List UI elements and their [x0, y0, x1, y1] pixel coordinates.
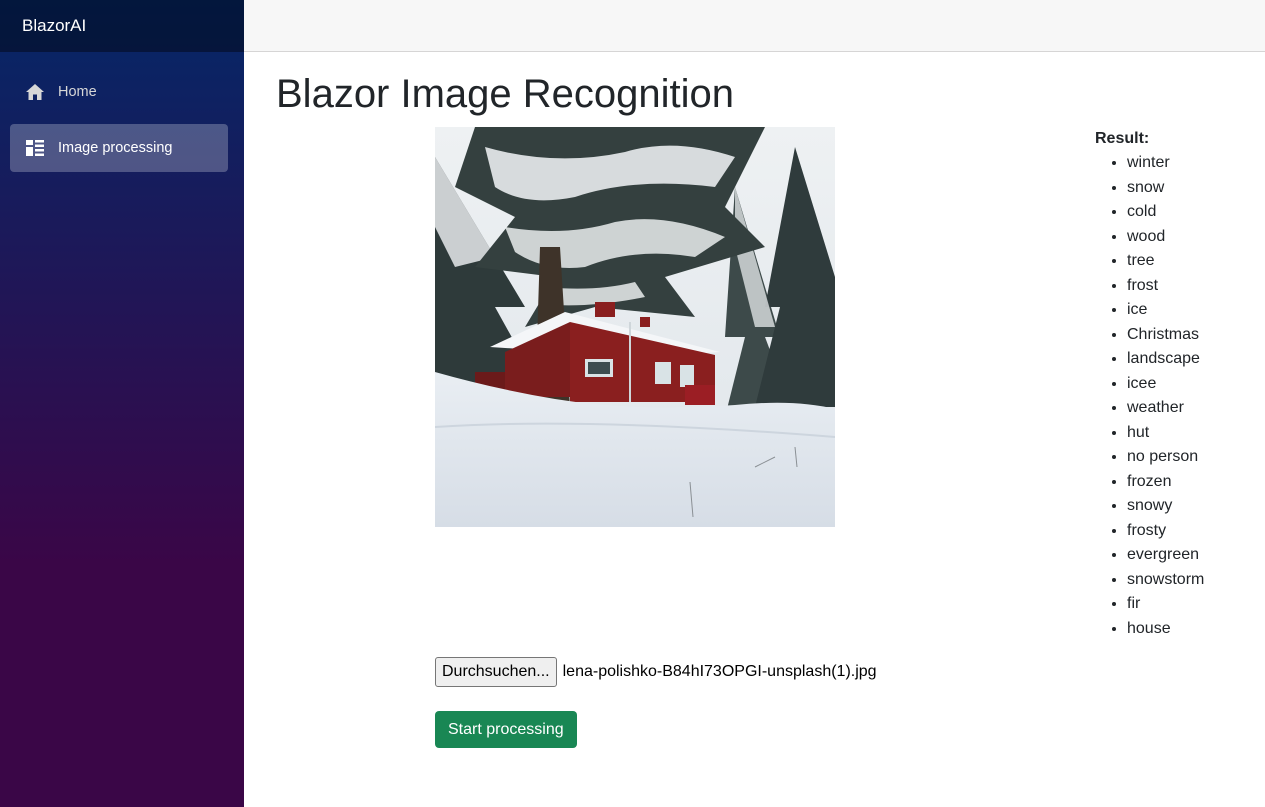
sidebar-item-label: Image processing [58, 140, 173, 156]
brand-title[interactable]: BlazorAI [22, 16, 86, 36]
sidebar-item-home[interactable]: Home [10, 68, 228, 116]
browse-button[interactable]: Durchsuchen... [435, 657, 557, 687]
result-tag: frosty [1127, 519, 1204, 544]
list-layout-icon [24, 137, 46, 159]
file-input: Durchsuchen... lena-polishko-B84hI73OPGI… [435, 657, 877, 687]
result-tag: ice [1127, 298, 1204, 323]
uploaded-image-preview [435, 127, 835, 527]
page-title: Blazor Image Recognition [276, 72, 735, 116]
result-tag: snowy [1127, 494, 1204, 519]
brand-bar: BlazorAI [0, 0, 244, 52]
winter-cabin-image [435, 127, 835, 527]
result-tag: winter [1127, 151, 1204, 176]
result-panel: Result: winter snow cold wood tree frost… [1095, 129, 1204, 641]
result-tag: frost [1127, 274, 1204, 299]
result-tag: house [1127, 617, 1204, 642]
result-tag: cold [1127, 200, 1204, 225]
result-tag: snowstorm [1127, 568, 1204, 593]
result-tag: landscape [1127, 347, 1204, 372]
result-tag: frozen [1127, 470, 1204, 495]
result-tag: weather [1127, 396, 1204, 421]
result-tag: wood [1127, 225, 1204, 250]
result-tag: evergreen [1127, 543, 1204, 568]
home-icon [24, 81, 46, 103]
result-tag: tree [1127, 249, 1204, 274]
result-tag: Christmas [1127, 323, 1204, 348]
result-tag: hut [1127, 421, 1204, 446]
result-list: winter snow cold wood tree frost ice Chr… [1095, 151, 1204, 641]
app-window: BlazorAI Home Image processing Blazor Im… [0, 0, 1265, 807]
sidebar-item-label: Home [58, 84, 97, 100]
selected-file-name: lena-polishko-B84hI73OPGI-unsplash(1).jp… [562, 663, 877, 680]
result-tag: fir [1127, 592, 1204, 617]
result-tag: no person [1127, 445, 1204, 470]
result-title: Result: [1095, 130, 1150, 147]
result-tag: icee [1127, 372, 1204, 397]
sidebar-nav: Home Image processing [0, 52, 244, 172]
sidebar: BlazorAI Home Image processing [0, 0, 244, 807]
sidebar-item-image-processing[interactable]: Image processing [10, 124, 228, 172]
main-content: Blazor Image Recognition Result: • winte… [244, 52, 1265, 807]
start-processing-button[interactable]: Start processing [435, 711, 577, 748]
top-row [244, 0, 1265, 52]
result-tag: snow [1127, 176, 1204, 201]
